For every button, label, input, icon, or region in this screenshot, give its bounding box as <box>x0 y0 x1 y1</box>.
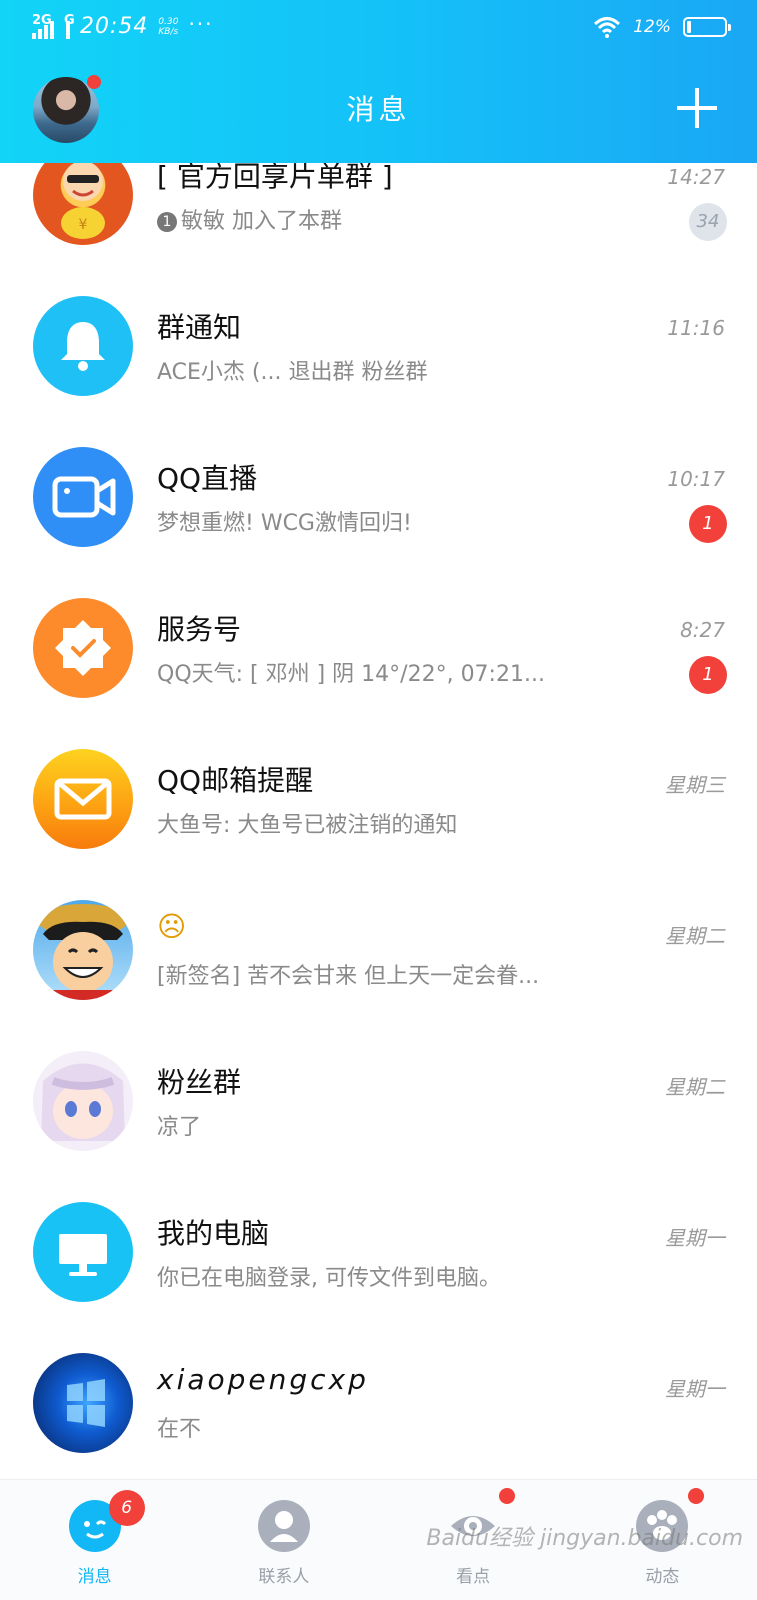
conversation-name: QQ直播 <box>157 462 258 495</box>
tab-label: 消息 <box>77 1567 112 1587</box>
conversation-preview: QQ天气: [ 邓州 ] 阴 14°/22°, 07:21... <box>157 662 545 687</box>
conversation-name: ☹ <box>157 910 187 943</box>
conversation-preview: 1 敏敏 加入了本群 <box>157 203 342 235</box>
bell-avatar <box>33 296 133 396</box>
tab-notification-dot <box>688 1488 705 1504</box>
conversation-time: 星期一 <box>665 1377 725 1401</box>
conversation-item[interactable]: QQ邮箱提醒 大鱼号: 大鱼号已被注销的通知 星期三 <box>0 749 757 900</box>
cartoon-face-icon <box>33 904 133 1000</box>
add-icon[interactable] <box>677 88 717 128</box>
conversation-time: 星期二 <box>665 1075 725 1099</box>
tab-label: 动态 <box>645 1567 680 1587</box>
status-time: 20:54 <box>80 14 149 39</box>
monitor-icon <box>59 1234 107 1276</box>
tab-notification-dot <box>499 1488 516 1504</box>
top-bar: 2G G 20:54 0.30 KB/s ··· 12% 消息 <box>0 0 757 163</box>
more-status-icon: ··· <box>188 11 214 36</box>
tab-contacts[interactable]: 联系人 <box>189 1480 378 1600</box>
conversation-list[interactable]: ¥ [ 官方回享片单群 ] 1 敏敏 加入了本群 14:27 34 群通知 ACE… <box>0 145 757 1504</box>
windows-logo-icon <box>67 1379 105 1427</box>
unread-badge: 1 <box>689 505 727 543</box>
conversation-name: xiaopengcxp <box>157 1363 369 1396</box>
conversation-time: 星期三 <box>665 773 725 797</box>
tab-label: 联系人 <box>258 1567 310 1587</box>
tab-badge: 6 <box>108 1490 145 1526</box>
conversation-item[interactable]: QQ直播 梦想重燃! WCG激情回归! 10:17 1 <box>0 447 757 598</box>
battery-icon <box>683 17 731 37</box>
page-title: 消息 <box>346 93 411 126</box>
conversation-time: 11:16 <box>667 316 725 340</box>
conversation-item[interactable]: 服务号 QQ天气: [ 邓州 ] 阴 14°/22°, 07:21... 8:2… <box>0 598 757 749</box>
conversation-preview: [新签名] 苦不会甘来 但上天一定会眷... <box>157 964 540 989</box>
unread-badge: 1 <box>689 656 727 694</box>
conversation-preview: 你已在电脑登录, 可传文件到电脑。 <box>157 1266 501 1291</box>
service-avatar <box>33 598 133 698</box>
conversation-item[interactable]: ☹ [新签名] 苦不会甘来 但上天一定会眷... 星期二 <box>0 900 757 1051</box>
conversation-time: 8:27 <box>680 618 725 642</box>
mail-icon <box>54 778 112 820</box>
anime-avatar <box>33 900 133 1000</box>
signal-icon: 2G <box>32 12 54 39</box>
unread-badge: 34 <box>689 203 727 241</box>
network-type: 2G <box>32 12 52 28</box>
conversation-preview: 大鱼号: 大鱼号已被注销的通知 <box>157 813 458 838</box>
watermark: Baidu经验 jingyan.baidu.com <box>426 1526 743 1551</box>
conversation-name: QQ邮箱提醒 <box>157 764 314 797</box>
badge-check-icon <box>55 620 111 676</box>
conversation-item[interactable]: 我的电脑 你已在电脑登录, 可传文件到电脑。 星期一 <box>0 1202 757 1353</box>
computer-avatar <box>33 1202 133 1302</box>
conversation-preview: 凉了 <box>157 1115 202 1140</box>
conversation-name: 我的电脑 <box>157 1217 270 1250</box>
conversation-preview: ACE小杰 (... 退出群 粉丝群 <box>157 360 428 385</box>
network-speed: 0.30 KB/s <box>158 16 179 37</box>
bottom-nav: 6 消息 联系人 看点 动态 Baidu经验 jingyan.baidu.com <box>0 1479 757 1600</box>
conversation-name: 服务号 <box>157 613 242 646</box>
wifi-icon <box>594 17 621 38</box>
conversation-time: 14:27 <box>667 165 725 189</box>
signal2-icon: G <box>64 13 75 39</box>
live-avatar <box>33 447 133 547</box>
battery-percent: 12% <box>633 17 671 37</box>
status-bar: 2G G 20:54 0.30 KB/s ··· 12% <box>0 0 757 60</box>
conversation-time: 星期一 <box>665 1226 725 1250</box>
anime-girl-icon <box>41 1063 125 1141</box>
conversation-preview: 在不 <box>157 1417 202 1442</box>
conversation-item[interactable]: ¥ [ 官方回享片单群 ] 1 敏敏 加入了本群 14:27 34 <box>0 145 757 296</box>
conversation-item[interactable]: 粉丝群 凉了 星期二 <box>0 1051 757 1202</box>
conversation-time: 10:17 <box>667 467 725 491</box>
conversation-preview: 梦想重燃! WCG激情回归! <box>157 511 412 536</box>
conversation-item[interactable]: 群通知 ACE小杰 (... 退出群 粉丝群 11:16 <box>0 296 757 447</box>
tab-messages[interactable]: 6 消息 <box>0 1480 189 1600</box>
avatar-notification-dot <box>87 75 101 89</box>
conversation-name: 群通知 <box>157 311 242 344</box>
bell-icon <box>61 322 105 371</box>
network-type-2: G <box>64 12 75 28</box>
video-camera-icon <box>52 476 116 518</box>
contacts-icon <box>257 1500 310 1552</box>
svg-text:¥: ¥ <box>79 217 88 233</box>
conversation-name: 粉丝群 <box>157 1066 242 1099</box>
conversation-time: 星期二 <box>665 924 725 948</box>
tab-label: 看点 <box>456 1567 491 1587</box>
windows-avatar <box>33 1353 133 1453</box>
anime-girl-avatar <box>33 1051 133 1151</box>
mail-avatar <box>33 749 133 849</box>
